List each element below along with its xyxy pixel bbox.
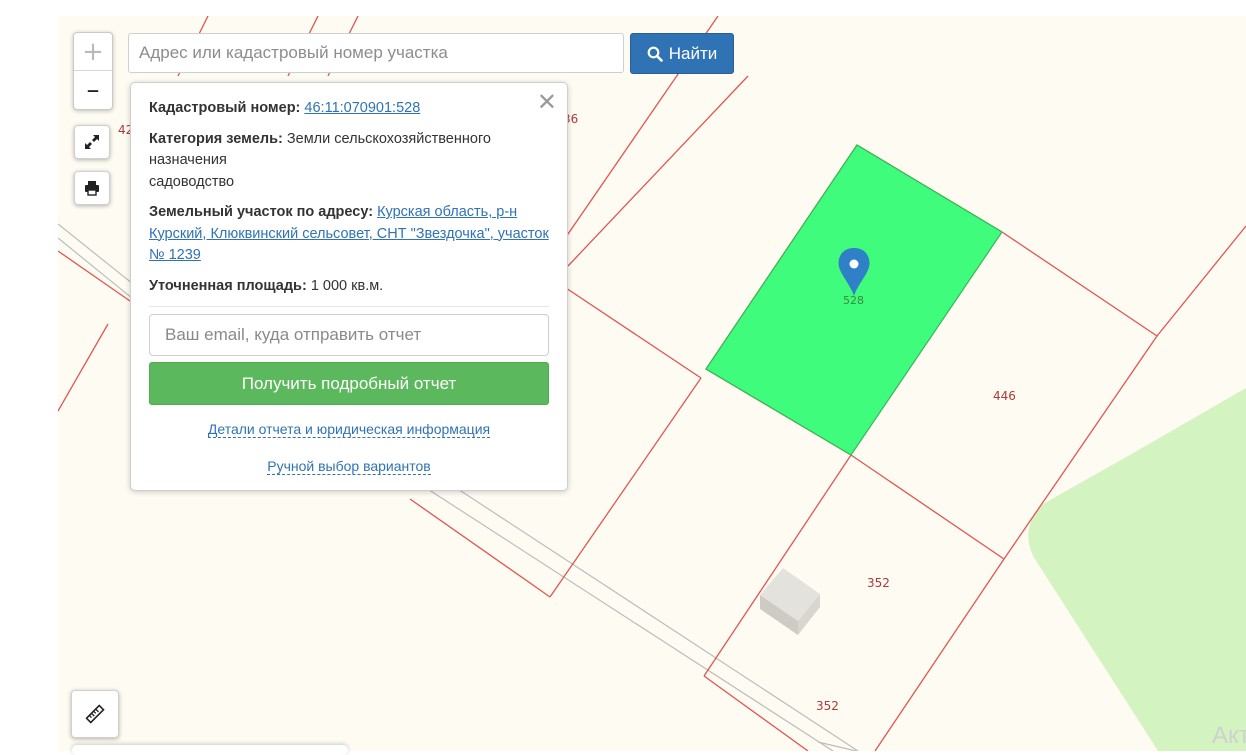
parcel-info-popup: ✕ Кадастровый номер: 46:11:070901:528 Ка…	[130, 82, 568, 491]
green-area	[1028, 388, 1246, 751]
bottom-panel	[72, 745, 348, 755]
print-button[interactable]	[74, 171, 110, 205]
email-field[interactable]	[149, 314, 549, 356]
manual-selection-link-wrap: Ручной выбор вариантов	[149, 456, 549, 478]
print-icon	[85, 181, 99, 196]
parcel-label-352-bottom: 352	[816, 699, 839, 713]
report-details-link-wrap: Детали отчета и юридическая информация	[149, 419, 549, 441]
search-input[interactable]	[128, 33, 624, 73]
land-category-row: Категория земель: Земли сельскохозяйстве…	[149, 129, 549, 194]
zoom-in-button[interactable]: +	[74, 33, 112, 70]
zoom-out-button[interactable]: –	[74, 70, 112, 108]
get-report-button[interactable]: Получить подробный отчет	[149, 362, 549, 405]
cadastral-number-row: Кадастровый номер: 46:11:070901:528	[149, 98, 549, 120]
parcel-label-352: 352	[867, 576, 890, 590]
search-button[interactable]: Найти	[630, 33, 734, 74]
manual-selection-link[interactable]: Ручной выбор вариантов	[267, 457, 431, 475]
area-row: Уточненная площадь: 1 000 кв.м.	[149, 276, 549, 298]
search-icon	[647, 46, 663, 62]
search-button-label: Найти	[668, 43, 718, 63]
cadastral-number-label: Кадастровый номер:	[149, 100, 301, 116]
measure-button[interactable]	[71, 690, 119, 738]
parcel-label-446: 446	[993, 389, 1016, 403]
zoom-control: + –	[73, 32, 113, 110]
close-icon[interactable]: ✕	[537, 88, 557, 116]
plus-icon: +	[82, 36, 104, 67]
land-use-value: садоводство	[149, 173, 235, 190]
parcel-label-528: 528	[843, 294, 864, 307]
ruler-icon	[85, 704, 105, 724]
fullscreen-button[interactable]	[74, 125, 110, 159]
cadastral-number-link[interactable]: 46:11:070901:528	[304, 100, 420, 116]
area-label: Уточненная площадь:	[149, 277, 307, 294]
report-details-link[interactable]: Детали отчета и юридическая информация	[207, 421, 491, 438]
minus-icon: –	[86, 74, 100, 105]
area-value: 1 000 кв.м.	[310, 277, 384, 294]
land-category-label: Категория земель:	[149, 130, 283, 147]
fullscreen-icon	[85, 135, 99, 149]
address-label: Земельный участок по адресу:	[149, 204, 374, 220]
address-row: Земельный участок по адресу: Курская обл…	[149, 202, 549, 267]
divider	[149, 306, 549, 307]
map-watermark: Акт	[1212, 722, 1246, 749]
